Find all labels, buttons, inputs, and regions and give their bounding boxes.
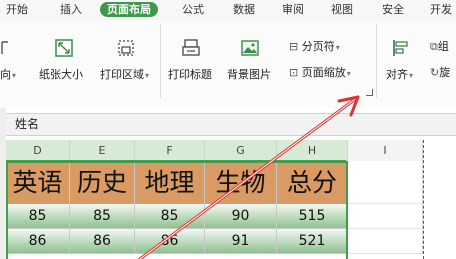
annotation-arrow-icon — [138, 95, 360, 259]
